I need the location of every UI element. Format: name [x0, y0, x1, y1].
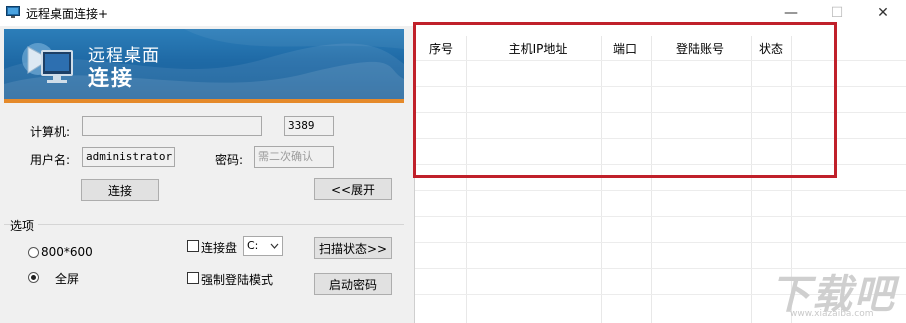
- left-panel: 远程桌面 连接 计算机: 3389 用户名: administrator 密码:…: [0, 26, 408, 323]
- column-header-host-ip[interactable]: 主机IP地址: [475, 40, 601, 57]
- connect-button-label: 连接: [107, 183, 132, 198]
- connect-button[interactable]: 连接: [81, 179, 159, 201]
- watermark-url: www.xiazaiba.com: [790, 309, 874, 319]
- computer-label: 计算机:: [30, 125, 71, 139]
- minimize-button[interactable]: —: [768, 0, 814, 26]
- column-header-port[interactable]: 端口: [605, 40, 645, 57]
- column-header-status[interactable]: 状态: [753, 40, 789, 57]
- row-divider: [415, 60, 906, 61]
- chevron-down-icon: [270, 237, 279, 262]
- start-password-button-label: 启动密码: [328, 277, 377, 292]
- resolution-800-radio[interactable]: [28, 247, 39, 258]
- fullscreen-radio[interactable]: [28, 272, 39, 283]
- password-label: 密码:: [215, 153, 244, 167]
- column-header-account[interactable]: 登陆账号: [655, 40, 745, 57]
- window-title: 远程桌面连接+: [26, 7, 109, 21]
- banner-title-line2: 连接: [88, 66, 134, 90]
- row-divider: [415, 190, 906, 191]
- drive-select-value: C:: [247, 239, 259, 252]
- row-divider: [415, 216, 906, 217]
- drive-select[interactable]: C:: [243, 236, 283, 256]
- force-login-label: 强制登陆模式: [201, 273, 274, 287]
- expand-button-label: <<展开: [330, 182, 376, 197]
- scan-status-button-label: 扫描状态>>: [318, 241, 388, 256]
- username-label: 用户名:: [30, 153, 71, 167]
- close-icon: ✕: [877, 5, 889, 21]
- row-divider: [415, 112, 906, 113]
- minimize-icon: —: [784, 5, 798, 21]
- row-divider: [415, 242, 906, 243]
- maximize-button[interactable]: ☐: [814, 0, 860, 26]
- close-button[interactable]: ✕: [860, 0, 906, 26]
- remote-desktop-icon: [20, 37, 80, 96]
- column-divider: [601, 36, 602, 323]
- banner-accent-bar: [4, 99, 404, 103]
- resolution-800-label: 800*600: [41, 245, 93, 259]
- expand-button[interactable]: <<展开: [314, 178, 392, 200]
- banner: 远程桌面 连接: [4, 29, 404, 99]
- title-bar: 远程桌面连接+ — ☐ ✕: [0, 0, 906, 27]
- port-input[interactable]: 3389: [284, 116, 334, 136]
- connect-disk-checkbox[interactable]: [187, 240, 199, 252]
- force-login-checkbox[interactable]: [187, 272, 199, 284]
- connect-disk-label: 连接盘: [201, 241, 238, 255]
- fullscreen-label: 全屏: [55, 272, 80, 286]
- column-divider: [466, 36, 467, 323]
- app-icon: [6, 6, 20, 18]
- column-divider: [651, 36, 652, 323]
- maximize-icon: ☐: [830, 5, 844, 21]
- username-input[interactable]: administrator: [82, 147, 175, 167]
- column-divider: [751, 36, 752, 323]
- password-input[interactable]: 需二次确认: [254, 146, 334, 168]
- computer-input[interactable]: [82, 116, 262, 136]
- row-divider: [415, 86, 906, 87]
- options-group-label: 选项: [10, 217, 39, 234]
- scan-status-button[interactable]: 扫描状态>>: [314, 237, 392, 259]
- row-divider: [415, 138, 906, 139]
- column-header-index[interactable]: 序号: [421, 40, 461, 57]
- row-divider: [415, 164, 906, 165]
- start-password-button[interactable]: 启动密码: [314, 273, 392, 295]
